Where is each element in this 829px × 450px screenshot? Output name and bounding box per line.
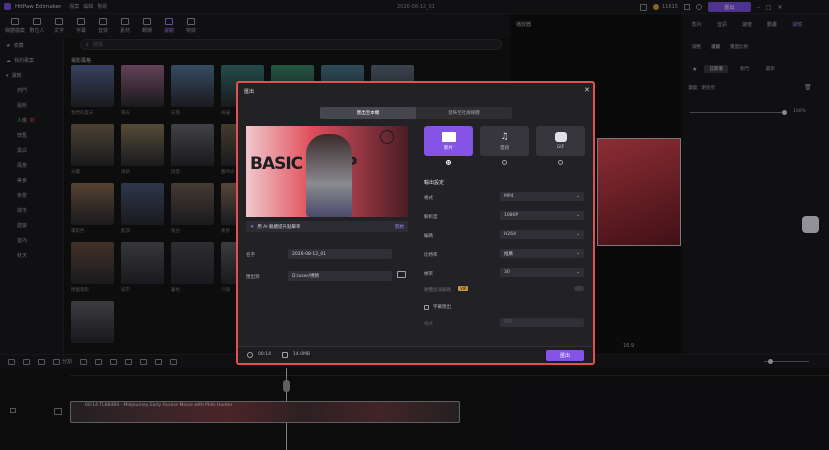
format-gif-radio[interactable]: [558, 160, 563, 165]
ai-banner-start[interactable]: 開始: [395, 224, 404, 230]
output-settings-heading: 輸出設定: [424, 180, 445, 186]
export-tabs: 匯出至本機 發佈至社群媒體: [320, 107, 512, 119]
chevron-down-icon: ⌄: [576, 194, 580, 199]
ai-banner[interactable]: ✦ 用 AI 繼續提升點擊率 開始: [246, 221, 408, 232]
file-size-value: 14.0MB: [293, 352, 310, 357]
path-field[interactable]: D:/user/視頻: [288, 271, 392, 281]
chevron-down-icon: ⌄: [576, 270, 580, 275]
tab-publish-social[interactable]: 發佈至社群媒體: [416, 107, 512, 119]
ai-sparkle-icon: ✦: [250, 223, 255, 230]
export-button[interactable]: 匯出: [546, 350, 584, 361]
chevron-down-icon: ⌄: [576, 251, 580, 256]
subtitle-format-label: 格式: [424, 322, 433, 327]
file-size-icon: [282, 352, 288, 358]
chevron-down-icon: ⌄: [576, 320, 580, 325]
bitrate-select[interactable]: 推薦 ⌄: [500, 249, 584, 258]
format-audio-button[interactable]: ♫ 音訊: [480, 126, 529, 156]
name-label: 名字: [246, 253, 255, 258]
format-video-button[interactable]: 影片: [424, 126, 473, 156]
codec-select[interactable]: H264 ⌄: [500, 230, 584, 239]
duration-value: 00:14: [258, 352, 271, 357]
dialog-title: 匯出: [244, 89, 255, 95]
format-video-radio[interactable]: [446, 160, 451, 165]
dialog-footer: 00:14 14.0MB 匯出: [238, 346, 593, 363]
format-select[interactable]: MP4 ⌄: [500, 192, 584, 201]
codec-label: 編碼: [424, 234, 433, 239]
export-dialog: 匯出 ✕ 匯出至本機 發佈至社群媒體 BASIC SHOP ✦ 用 AI 繼續提升…: [236, 81, 595, 365]
music-note-icon: ♫: [500, 131, 509, 142]
resolution-label: 解析度: [424, 215, 438, 220]
hw-accel-toggle[interactable]: [574, 286, 584, 291]
name-field[interactable]: 2026-08-12_01: [288, 249, 392, 259]
tab-export-local[interactable]: 匯出至本機: [320, 107, 416, 119]
subtitle-format-select[interactable]: SRT ⌄: [500, 318, 584, 327]
format-label: 格式: [424, 196, 433, 201]
hw-accel-label: 硬體加速編碼: [424, 288, 451, 293]
bitrate-label: 比特率: [424, 253, 438, 258]
clock-icon: [247, 352, 253, 358]
chevron-down-icon: ⌄: [576, 213, 580, 218]
preview-globe-icon: [380, 130, 394, 144]
export-preview: BASIC SHOP: [246, 126, 408, 217]
format-audio-radio[interactable]: [502, 160, 507, 165]
close-icon[interactable]: ✕: [584, 86, 590, 94]
resolution-select[interactable]: 1080P ⌄: [500, 211, 584, 220]
framerate-select[interactable]: 30 ⌄: [500, 268, 584, 277]
vip-badge: VIP: [458, 286, 469, 291]
folder-icon[interactable]: [397, 271, 406, 278]
path-label: 匯出到: [246, 275, 260, 280]
preview-person: [306, 134, 352, 217]
framerate-label: 幀率: [424, 272, 433, 277]
format-gif-button[interactable]: GIF: [536, 126, 585, 156]
subtitle-export-checkbox[interactable]: [424, 305, 429, 310]
subtitle-export-label: 字幕匯出: [433, 305, 451, 310]
chevron-down-icon: ⌄: [576, 232, 580, 237]
gif-format-icon: [554, 132, 567, 142]
video-format-icon: [441, 131, 456, 142]
